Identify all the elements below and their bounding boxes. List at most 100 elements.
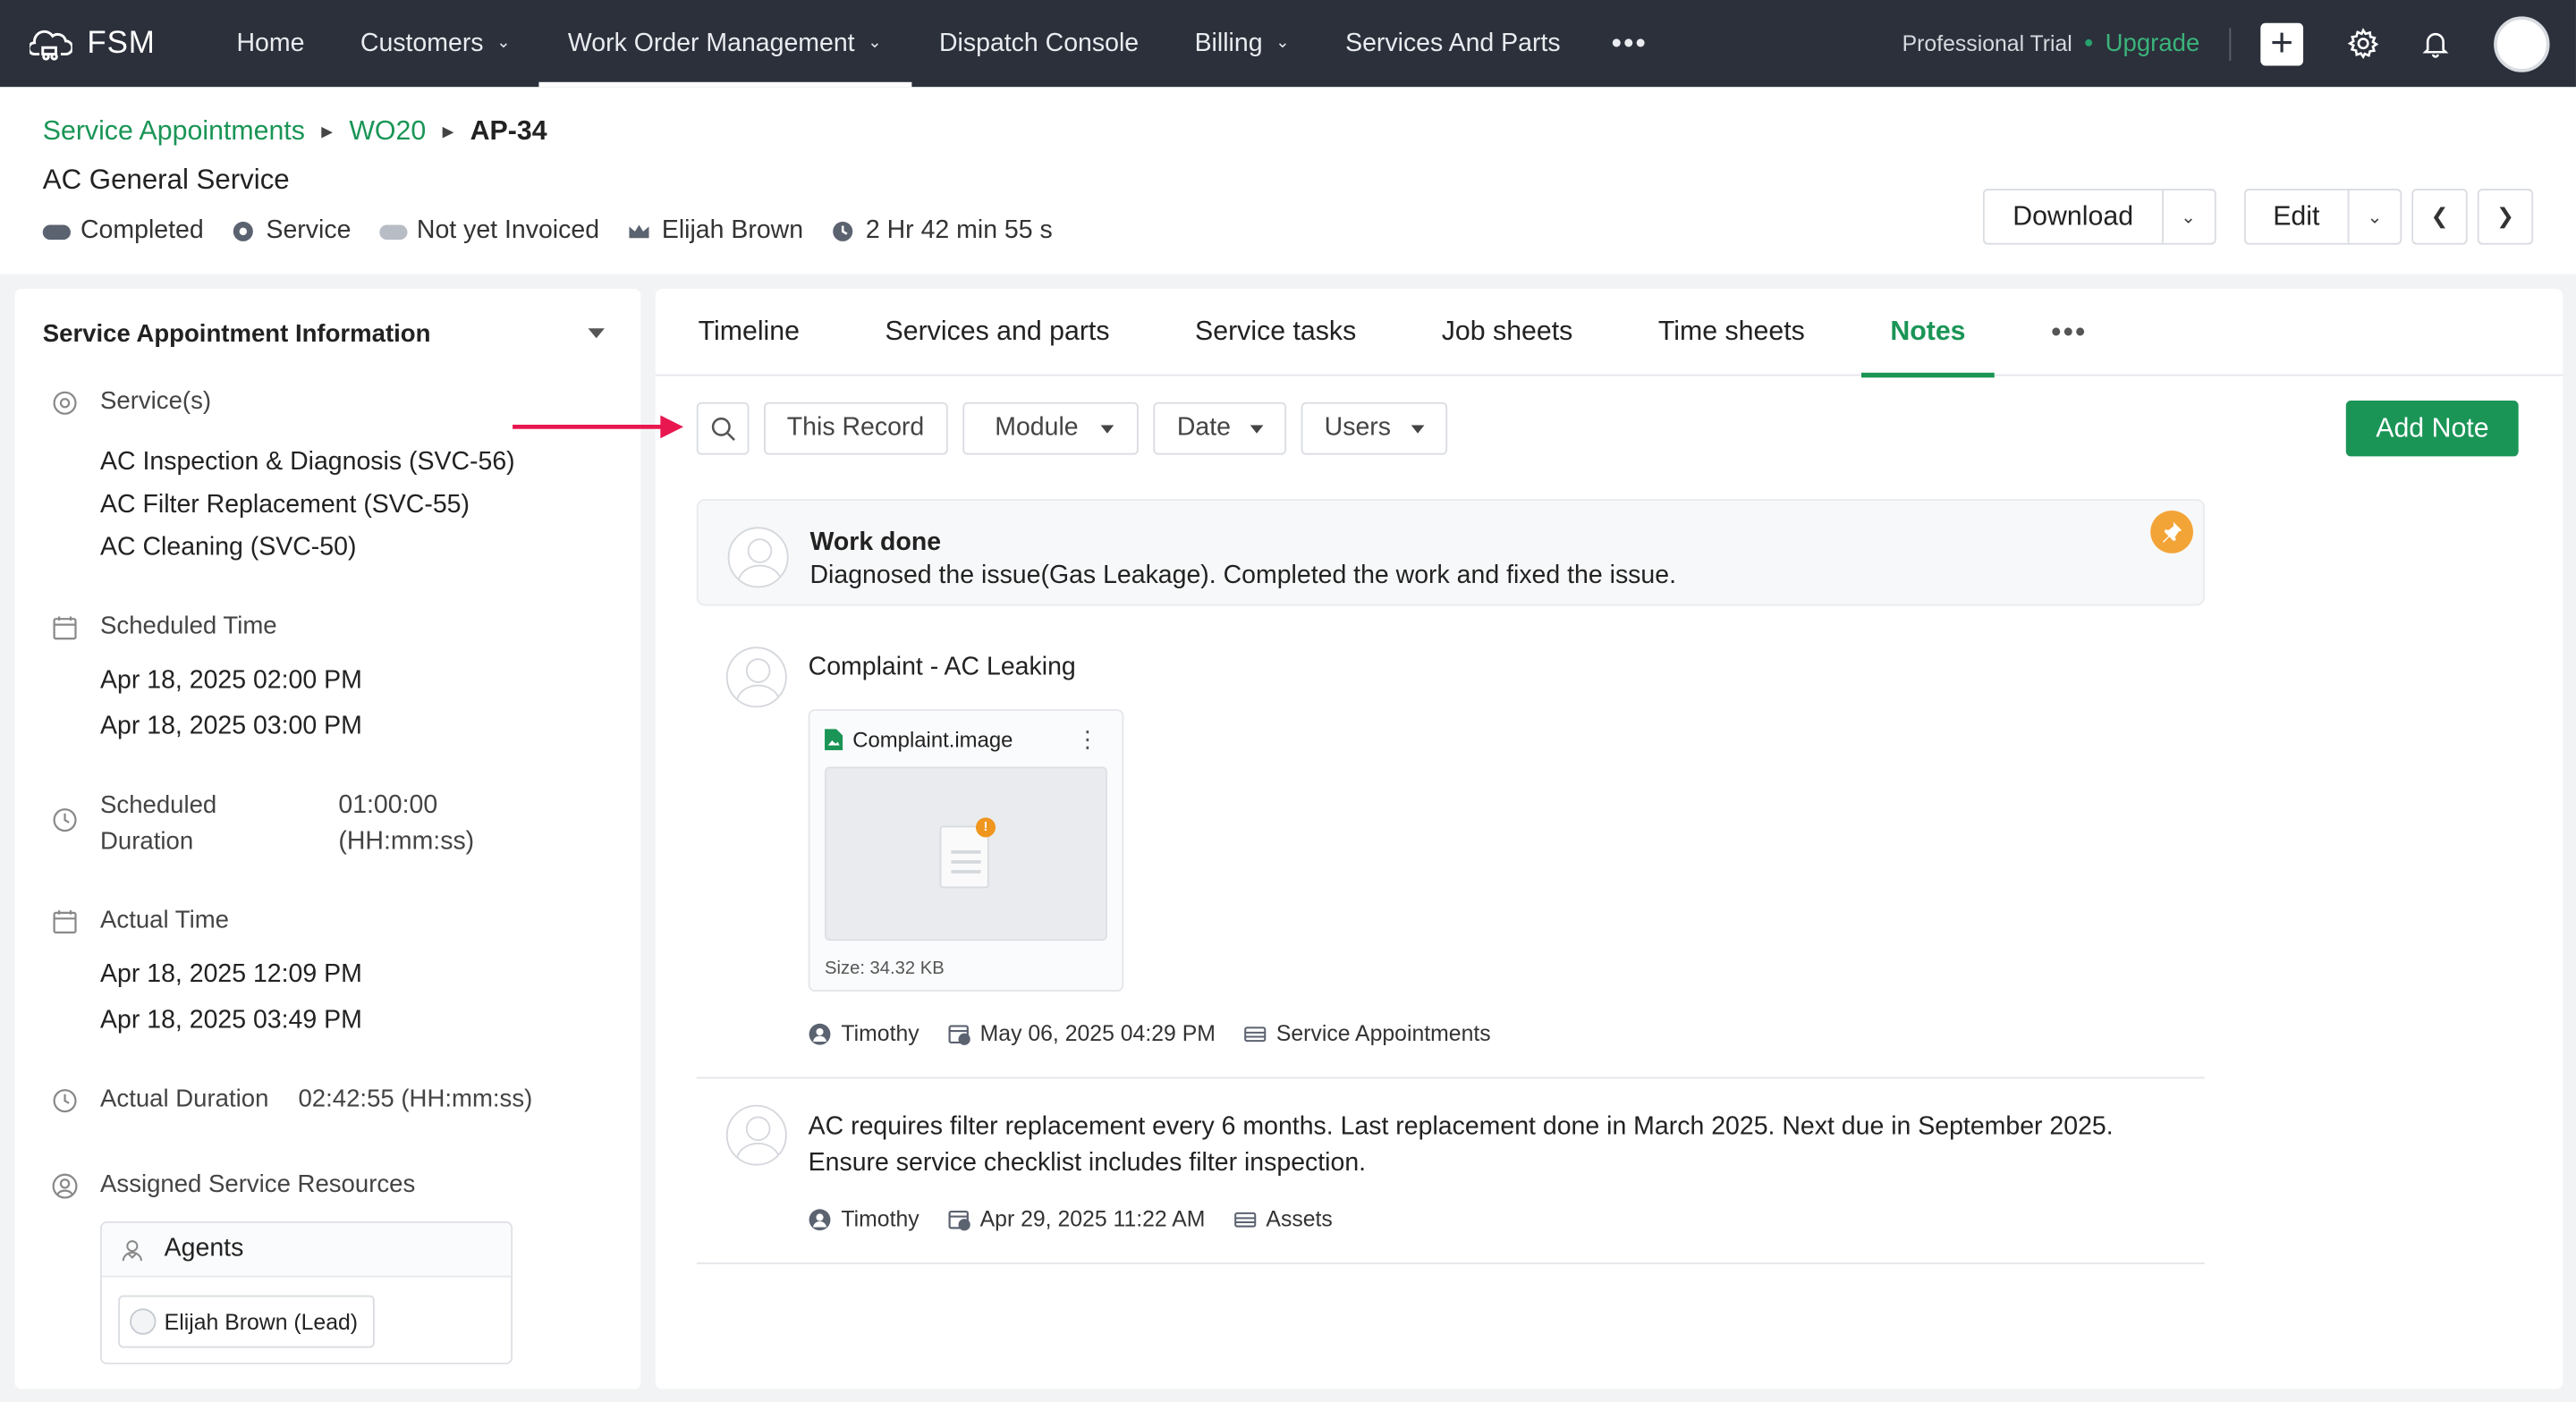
add-note-button[interactable]: Add Note xyxy=(2346,401,2519,457)
record-meta: Completed Service Not yet Invoiced Elija… xyxy=(42,216,1080,246)
date-text: May 06, 2025 04:29 PM xyxy=(979,1021,1216,1046)
next-record-button[interactable]: ❯ xyxy=(2477,189,2534,245)
pushpin-icon xyxy=(2163,521,2182,543)
filter-label: Date xyxy=(1176,413,1231,442)
tab-job-sheets[interactable]: Job sheets xyxy=(1412,289,1603,376)
field-label: Actual Duration xyxy=(100,1085,269,1113)
field-label: Actual Time xyxy=(100,906,229,934)
download-dropdown[interactable]: ⌄ xyxy=(2161,190,2214,243)
clock-icon xyxy=(53,1089,77,1113)
nav-services-and-parts[interactable]: Services And Parts xyxy=(1318,0,1589,87)
related-tabs: Timeline Services and parts Service task… xyxy=(655,289,2563,378)
attachment-name: Complaint.image xyxy=(852,727,1013,752)
tab-timeline[interactable]: Timeline xyxy=(669,289,830,376)
attachment-header: Complaint.image xyxy=(825,727,1013,752)
caret-down-icon xyxy=(1101,424,1115,433)
edit-dropdown[interactable]: ⌄ xyxy=(2347,190,2401,243)
module-icon xyxy=(1243,1026,1267,1042)
chevron-down-icon: ⌄ xyxy=(496,34,511,53)
nav-dispatch-console[interactable]: Dispatch Console xyxy=(911,0,1167,87)
tabs-more-button[interactable]: ••• xyxy=(2021,289,2116,376)
edit-button[interactable]: Edit xyxy=(2245,190,2348,243)
agents-header: Agents xyxy=(101,1222,512,1278)
notifications-button[interactable] xyxy=(2399,28,2471,59)
divider xyxy=(2229,27,2232,61)
note-body-line: Ensure service checklist includes filter… xyxy=(808,1149,1367,1178)
info-panel-title: Service Appointment Information xyxy=(42,320,431,349)
pin-icon[interactable] xyxy=(2150,511,2193,553)
edit-split-button: Edit ⌄ xyxy=(2243,189,2402,245)
status-badge: Completed xyxy=(42,216,204,246)
tab-notes[interactable]: Notes xyxy=(1860,289,1996,378)
nav-billing[interactable]: Billing ⌄ xyxy=(1166,0,1318,87)
note-author: Timothy xyxy=(809,1207,919,1231)
app-logo[interactable]: FSM xyxy=(30,25,181,61)
module-filter[interactable]: Module xyxy=(962,401,1140,455)
agent-icon xyxy=(122,1239,142,1261)
agent-name: Elijah Brown (Lead) xyxy=(164,1309,359,1334)
image-file-icon xyxy=(825,729,843,751)
cloud-truck-icon xyxy=(30,29,72,60)
nav-more-button[interactable]: ••• xyxy=(1589,0,1671,87)
note-module: Assets xyxy=(1233,1206,1333,1232)
settings-button[interactable] xyxy=(2326,28,2399,60)
caret-down-icon xyxy=(1411,424,1424,433)
agent-chip[interactable]: Elijah Brown (Lead) xyxy=(118,1295,375,1348)
doc-line xyxy=(951,850,981,853)
crown-icon xyxy=(629,224,649,239)
date-text: Apr 29, 2025 11:22 AM xyxy=(979,1206,1206,1232)
user-avatar[interactable] xyxy=(2494,15,2550,72)
nav-work-order-management[interactable]: Work Order Management ⌄ xyxy=(538,0,911,88)
tab-time-sheets[interactable]: Time sheets xyxy=(1629,289,1835,376)
doc-line xyxy=(951,860,981,863)
field-label: Service(s) xyxy=(100,387,212,416)
dot-separator: ● xyxy=(2083,34,2094,53)
collapse-caret-icon[interactable] xyxy=(588,328,605,339)
agents-box: Agents Elijah Brown (Lead) xyxy=(100,1221,513,1364)
nav-label: Work Order Management xyxy=(567,29,855,57)
download-button[interactable]: Download xyxy=(1985,190,2161,243)
note-title: Complaint - AC Leaking xyxy=(808,653,1076,681)
nav-label: Services And Parts xyxy=(1345,29,1561,57)
attachment-card[interactable]: Complaint.image ⋮ ! Size: 34.32 KB xyxy=(808,709,1124,992)
this-record-filter[interactable]: This Record xyxy=(764,401,947,455)
note-item-pinned[interactable]: Work done Diagnosed the issue(Gas Leakag… xyxy=(696,499,2205,606)
scheduled-duration-field: Scheduled Duration xyxy=(51,788,216,860)
tab-services-and-parts[interactable]: Services and parts xyxy=(855,289,1139,376)
upgrade-link[interactable]: Upgrade xyxy=(2106,30,2200,57)
breadcrumb-service-appointments[interactable]: Service Appointments xyxy=(43,116,305,148)
avatar xyxy=(725,646,787,708)
doc-line xyxy=(951,870,981,873)
previous-record-button[interactable]: ❮ xyxy=(2411,189,2468,245)
scheduled-start: Apr 18, 2025 02:00 PM xyxy=(100,666,362,695)
breadcrumb-work-order[interactable]: WO20 xyxy=(349,116,426,148)
note-body: AC requires filter replacement every 6 m… xyxy=(809,1110,2114,1182)
field-label: Scheduled Duration xyxy=(100,788,216,860)
chevron-left-icon: ❮ xyxy=(2430,203,2449,229)
note-divider xyxy=(696,1077,2205,1079)
users-filter[interactable]: Users xyxy=(1301,401,1447,455)
calendar-clock-icon xyxy=(947,1210,970,1230)
gear-icon xyxy=(2346,28,2378,60)
nav-customers[interactable]: Customers ⌄ xyxy=(333,0,538,87)
field-label: Assigned Service Resources xyxy=(100,1170,416,1199)
attachment-preview[interactable]: ! xyxy=(825,766,1107,942)
nav-label: Home xyxy=(236,29,305,57)
kebab-menu-icon[interactable]: ⋮ xyxy=(1076,727,1099,750)
record-title: AC General Service xyxy=(42,164,290,196)
actual-time-field: Actual Time xyxy=(51,907,229,936)
avatar xyxy=(130,1308,157,1335)
scheduled-time-field: Scheduled Time xyxy=(51,612,277,642)
quick-create-button[interactable]: + xyxy=(2260,21,2304,65)
note-divider xyxy=(696,1262,2205,1264)
field-label-line: Scheduled xyxy=(100,791,217,820)
date-filter[interactable]: Date xyxy=(1154,401,1287,455)
calendar-icon xyxy=(53,616,77,640)
service-item: AC Filter Replacement (SVC-55) xyxy=(100,490,470,519)
nav-home[interactable]: Home xyxy=(208,0,332,87)
search-button[interactable] xyxy=(696,401,750,455)
note-body: Diagnosed the issue(Gas Leakage). Comple… xyxy=(809,561,1677,590)
trial-label: Professional Trial xyxy=(1902,30,2072,56)
module-text: Assets xyxy=(1266,1206,1333,1232)
tab-service-tasks[interactable]: Service tasks xyxy=(1165,289,1385,376)
